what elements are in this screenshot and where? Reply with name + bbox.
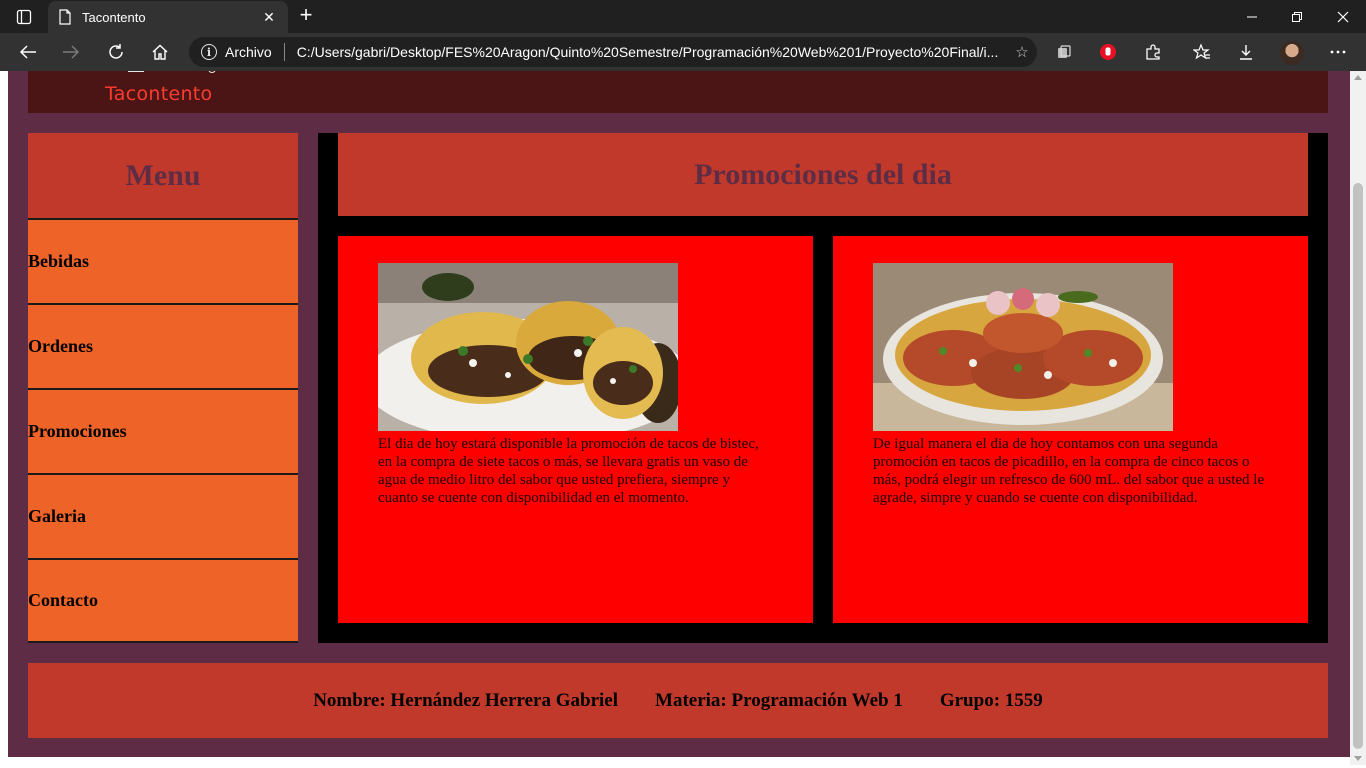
menu-item-promociones[interactable]: Promociones — [28, 388, 298, 473]
add-favorite-icon[interactable]: ☆ — [1007, 43, 1037, 61]
promotions-title: Promociones del dia — [694, 157, 952, 191]
menu-item-galeria[interactable]: Galeria — [28, 473, 298, 558]
new-tab-button[interactable]: + — [294, 4, 318, 28]
collections-icon — [1058, 45, 1071, 58]
promo-text-2: De igual manera el dia de hoy contamos c… — [873, 436, 1265, 506]
page-viewport: Tacontento Menu Bebidas Ordenes Promocio… — [0, 71, 1366, 768]
close-tab-icon[interactable]: ✕ — [260, 9, 278, 26]
scroll-up-arrow-icon[interactable] — [1354, 75, 1362, 80]
tab-actions-icon — [16, 9, 32, 25]
page-icon — [59, 9, 71, 25]
extensions-button[interactable] — [1139, 38, 1167, 66]
menu-title: Menu — [125, 158, 201, 192]
refresh-button[interactable] — [102, 38, 130, 66]
site-footer: Nombre: Hernández Herrera Gabriel Materi… — [28, 663, 1328, 738]
collections-button[interactable] — [1050, 38, 1078, 66]
page-container: Tacontento Menu Bebidas Ordenes Promocio… — [8, 71, 1350, 757]
tacos-bistec-photo — [378, 263, 678, 431]
extension-adblock-button[interactable] — [1094, 38, 1122, 66]
close-window-button[interactable] — [1320, 0, 1366, 33]
promo-card-2: De igual manera el dia de hoy contamos c… — [833, 236, 1308, 623]
scrollbar-thumb[interactable] — [1353, 183, 1363, 749]
logo-fragment-2 — [208, 71, 216, 73]
site-info-label: Archivo — [225, 44, 272, 60]
vertical-scrollbar[interactable] — [1350, 71, 1366, 765]
favorites-icon — [1193, 43, 1210, 60]
brand-name: Tacontento — [105, 83, 213, 105]
promo-card-1: El dia de hoy estará disponible la promo… — [338, 236, 813, 623]
promo-text-1: El dia de hoy estará disponible la promo… — [378, 436, 759, 506]
address-separator — [283, 43, 285, 61]
restore-button[interactable] — [1274, 0, 1320, 33]
url-text[interactable]: C:/Users/gabri/Desktop/FES%20Aragon/Quin… — [297, 44, 1007, 60]
back-button[interactable] — [14, 38, 42, 66]
downloads-button[interactable] — [1232, 38, 1260, 66]
home-button[interactable] — [146, 38, 174, 66]
menu-item-ordenes[interactable]: Ordenes — [28, 303, 298, 388]
refresh-icon — [109, 44, 123, 59]
tacos-picadillo-photo — [873, 263, 1173, 431]
favorites-button[interactable] — [1188, 38, 1216, 66]
more-menu-button[interactable] — [1324, 38, 1352, 66]
profile-avatar[interactable] — [1280, 41, 1304, 65]
logo-fragment — [128, 71, 144, 72]
adblock-icon — [1100, 44, 1116, 60]
more-dots-icon — [1330, 50, 1346, 54]
footer-grupo: Grupo: 1559 — [939, 689, 1043, 711]
tab-title: Tacontento — [82, 9, 146, 25]
minimize-icon — [1247, 16, 1257, 17]
tab-actions-button[interactable] — [8, 6, 40, 28]
footer-nombre: Nombre: Hernández Herrera Gabriel — [313, 689, 619, 711]
address-bar[interactable]: i Archivo C:/Users/gabri/Desktop/FES%20A… — [189, 37, 1037, 67]
browser-tab-bar: Tacontento ✕ + — [0, 0, 1366, 33]
promotions-section: Promociones del dia El dia de hoy estará… — [318, 133, 1328, 643]
browser-tab[interactable]: Tacontento ✕ — [48, 1, 288, 33]
forward-button[interactable] — [57, 38, 85, 66]
info-icon[interactable]: i — [201, 44, 217, 60]
puzzle-icon — [1146, 44, 1160, 60]
browser-toolbar: i Archivo C:/Users/gabri/Desktop/FES%20A… — [0, 33, 1366, 71]
site-header: Tacontento — [28, 71, 1328, 113]
promotions-header: Promociones del dia — [338, 133, 1308, 216]
menu-item-contacto[interactable]: Contacto — [28, 558, 298, 643]
home-icon — [152, 44, 168, 60]
forward-arrow-icon — [63, 45, 80, 59]
menu-sidebar: Menu Bebidas Ordenes Promociones Galeria… — [28, 133, 298, 643]
footer-materia: Materia: Programación Web 1 — [655, 689, 903, 711]
close-icon — [1337, 11, 1349, 22]
back-arrow-icon — [19, 45, 36, 59]
download-icon — [1240, 45, 1252, 60]
restore-icon — [1292, 11, 1302, 22]
minimize-button[interactable] — [1229, 0, 1275, 33]
menu-item-bebidas[interactable]: Bebidas — [28, 218, 298, 303]
scroll-down-arrow-icon[interactable] — [1354, 756, 1362, 761]
menu-header: Menu — [28, 133, 298, 218]
